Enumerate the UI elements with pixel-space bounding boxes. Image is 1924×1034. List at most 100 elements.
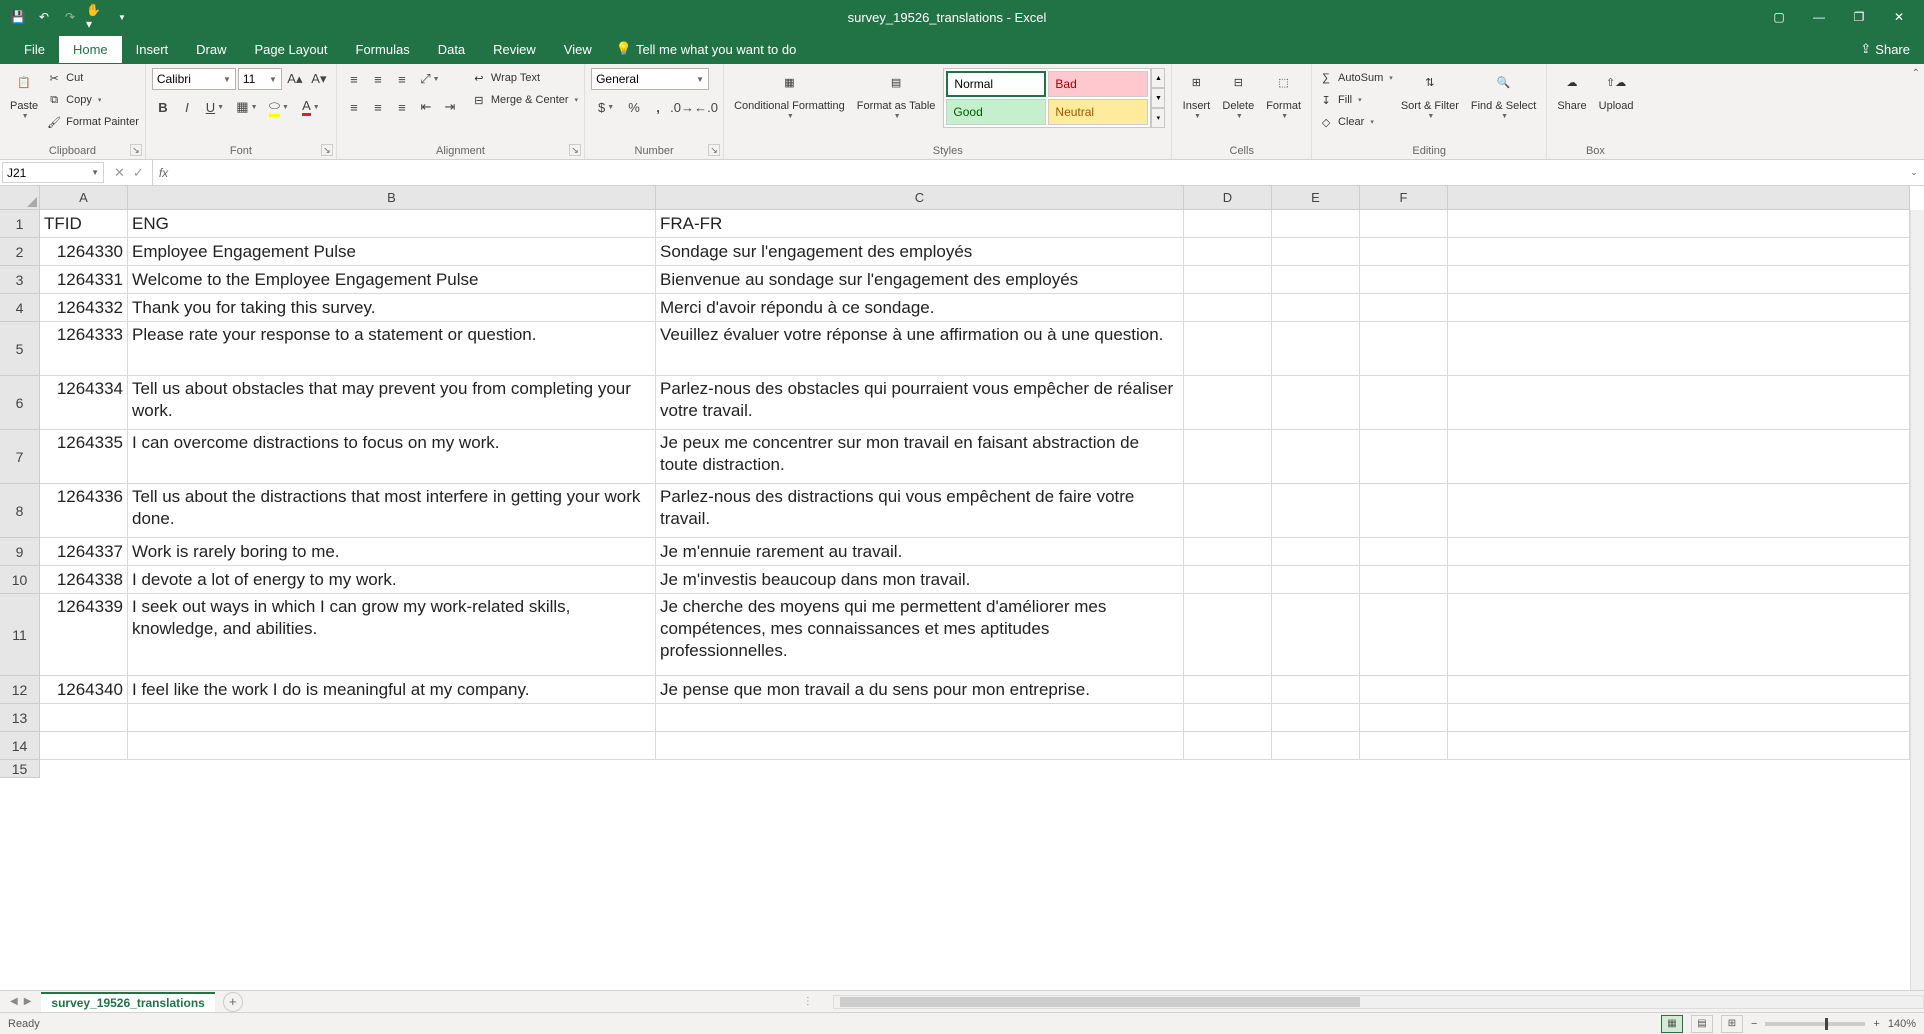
italic-button[interactable]: I [176,96,198,118]
conditional-formatting-button[interactable]: ▦Conditional Formatting▼ [730,68,849,124]
row-header[interactable]: 11 [0,594,40,676]
cell[interactable]: Parlez-nous des distractions qui vous em… [656,484,1184,537]
delete-cells-button[interactable]: ⊟Delete▼ [1218,68,1258,124]
cell[interactable] [1360,676,1448,703]
copy-button[interactable]: ⧉Copy▾ [46,90,139,110]
column-header[interactable]: B [128,186,656,210]
column-header[interactable]: D [1184,186,1272,210]
view-page-break-icon[interactable]: ⊞ [1721,1015,1743,1033]
cell[interactable] [1272,266,1360,293]
tab-data[interactable]: Data [424,36,479,63]
cell[interactable] [1360,538,1448,565]
box-upload-button[interactable]: ⇧☁Upload [1595,68,1638,115]
sheet-nav-prev-icon[interactable]: ◀ [10,996,18,1007]
cell[interactable] [1360,594,1448,675]
cell[interactable]: Bienvenue au sondage sur l'engagement de… [656,266,1184,293]
cell[interactable]: Je cherche des moyens qui me permettent … [656,594,1184,675]
increase-font-icon[interactable]: A▴ [284,68,306,90]
expand-formula-bar-icon[interactable]: ⌄ [1904,160,1924,185]
cell[interactable] [40,704,128,731]
zoom-in-icon[interactable]: + [1873,1018,1879,1030]
row-header[interactable]: 13 [0,704,40,732]
cell[interactable] [1272,294,1360,321]
restore-icon[interactable]: ❐ [1844,7,1874,27]
cell[interactable] [1272,676,1360,703]
merge-center-button[interactable]: ⊟Merge & Center▾ [471,90,578,110]
decrease-font-icon[interactable]: A▾ [308,68,330,90]
view-page-layout-icon[interactable]: ▤ [1691,1015,1713,1033]
cell[interactable]: I feel like the work I do is meaningful … [128,676,656,703]
cell[interactable]: 1264336 [40,484,128,537]
row-header[interactable]: 5 [0,322,40,376]
font-size-combo[interactable]: 11▼ [238,68,282,90]
cell[interactable] [1360,210,1448,237]
clear-button[interactable]: ◇Clear▾ [1318,112,1393,132]
formula-input[interactable] [174,160,1904,185]
cell[interactable]: Je peux me concentrer sur mon travail en… [656,430,1184,483]
tab-formulas[interactable]: Formulas [342,36,424,63]
cell[interactable] [1360,430,1448,483]
decrease-decimal-icon[interactable]: ←.0 [695,96,717,118]
orientation-icon[interactable]: ⤢▼ [415,68,445,90]
cell[interactable] [1272,566,1360,593]
cell[interactable]: 1264330 [40,238,128,265]
share-button[interactable]: ⇪ Share [1860,41,1910,57]
select-all-corner[interactable] [0,186,40,210]
cell[interactable] [1360,266,1448,293]
tab-view[interactable]: View [550,36,606,63]
cell[interactable] [1184,594,1272,675]
cell[interactable] [40,732,128,759]
cell[interactable] [1272,376,1360,429]
comma-format-icon[interactable]: , [647,96,669,118]
cell[interactable] [656,732,1184,759]
cell[interactable]: 1264333 [40,322,128,375]
percent-format-icon[interactable]: % [623,96,645,118]
align-center-icon[interactable]: ≡ [367,96,389,118]
qat-customize-icon[interactable]: ▼ [112,7,132,27]
cell[interactable] [1272,210,1360,237]
cell[interactable]: Sondage sur l'engagement des employés [656,238,1184,265]
style-normal[interactable]: Normal [946,71,1046,97]
accounting-format-icon[interactable]: $▼ [591,96,621,118]
cell[interactable] [656,704,1184,731]
cell[interactable]: 1264340 [40,676,128,703]
cell[interactable]: ENG [128,210,656,237]
cell[interactable] [1272,538,1360,565]
cell[interactable] [1272,732,1360,759]
cell[interactable] [1184,704,1272,731]
cells-area[interactable]: TFIDENGFRA-FR1264330Employee Engagement … [40,210,1910,990]
cell[interactable] [1184,676,1272,703]
style-good[interactable]: Good [946,99,1046,125]
cell[interactable] [1360,484,1448,537]
cell[interactable] [1360,294,1448,321]
add-sheet-button[interactable]: + [223,992,243,1012]
cell[interactable]: 1264337 [40,538,128,565]
cell[interactable] [1360,238,1448,265]
cell[interactable] [1184,538,1272,565]
row-header[interactable]: 8 [0,484,40,538]
cell[interactable] [1272,322,1360,375]
alignment-launcher-icon[interactable]: ↘ [569,144,581,156]
gallery-more-icon[interactable]: ▾ [1151,108,1165,128]
cell[interactable] [1272,704,1360,731]
minimize-icon[interactable]: — [1804,7,1834,27]
find-select-button[interactable]: 🔍Find & Select▼ [1467,68,1540,124]
row-header[interactable]: 10 [0,566,40,594]
font-name-combo[interactable]: Calibri▼ [152,68,236,90]
row-header[interactable]: 9 [0,538,40,566]
row-header[interactable]: 14 [0,732,40,760]
insert-cells-button[interactable]: ⊞Insert▼ [1178,68,1214,124]
row-header[interactable]: 3 [0,266,40,294]
undo-icon[interactable]: ↶ [34,7,54,27]
autosum-button[interactable]: ∑AutoSum▾ [1318,68,1393,88]
cell[interactable] [1360,566,1448,593]
cell[interactable] [1184,484,1272,537]
tab-draw[interactable]: Draw [182,36,240,63]
cell[interactable] [1272,484,1360,537]
underline-button[interactable]: U▼ [200,96,230,118]
number-format-combo[interactable]: General▼ [591,68,709,90]
cell[interactable] [1360,376,1448,429]
cell[interactable] [1272,238,1360,265]
close-icon[interactable]: ✕ [1884,7,1914,27]
align-top-icon[interactable]: ≡ [343,68,365,90]
